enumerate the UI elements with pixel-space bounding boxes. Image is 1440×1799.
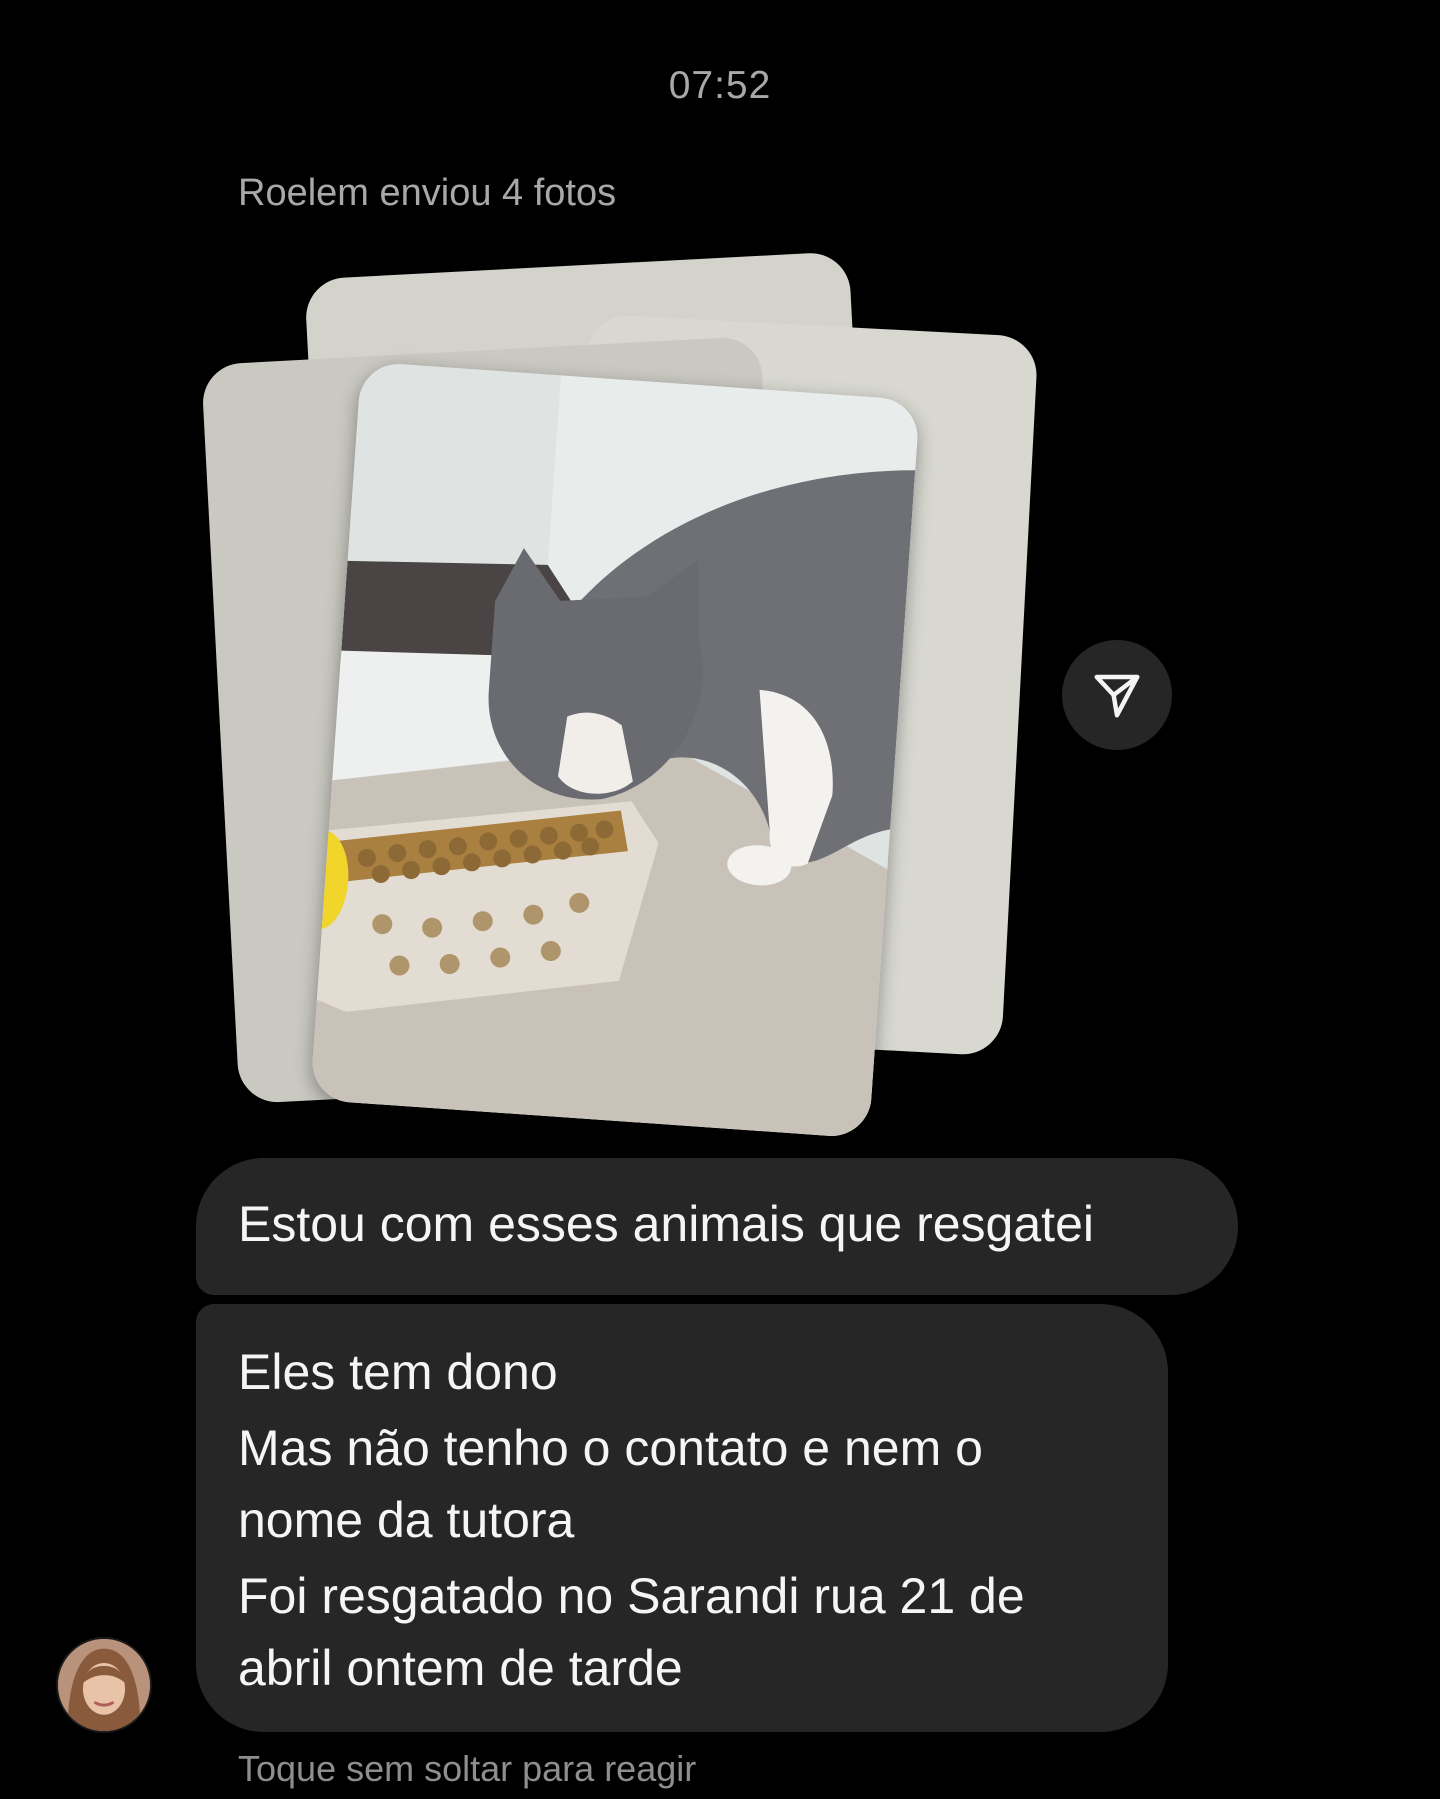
message-bubble[interactable]: Eles tem dono Mas não tenho o contato e …: [196, 1304, 1168, 1732]
message-line: Mas não tenho o contato e nem o: [238, 1420, 983, 1476]
photos-sent-note: Roelem enviou 4 fotos: [238, 172, 617, 214]
avatar-photo: [58, 1639, 150, 1731]
message-line: Foi resgatado no Sarandi rua 21 de: [238, 1568, 1025, 1624]
message-line: abril ontem de tarde: [238, 1640, 683, 1696]
sender-avatar[interactable]: [56, 1637, 152, 1733]
cat-eating-photo: [309, 361, 921, 1139]
message-text: Estou com esses animais que resgatei: [238, 1196, 1094, 1252]
message-line: Eles tem dono: [238, 1344, 558, 1400]
dm-thread-screen: 07:52 Roelem enviou 4 fotos Estou com es…: [0, 0, 1440, 1799]
reaction-hint: Toque sem soltar para reagir: [238, 1748, 697, 1789]
share-button[interactable]: [1062, 640, 1172, 750]
paper-plane-icon: [1094, 674, 1140, 718]
stacked-photo-front[interactable]: [309, 361, 921, 1139]
photo-stack[interactable]: [200, 251, 1040, 1139]
message-timestamp: 07:52: [668, 64, 772, 107]
message-line: nome da tutora: [238, 1492, 575, 1548]
message-bubble[interactable]: Estou com esses animais que resgatei: [196, 1158, 1238, 1295]
